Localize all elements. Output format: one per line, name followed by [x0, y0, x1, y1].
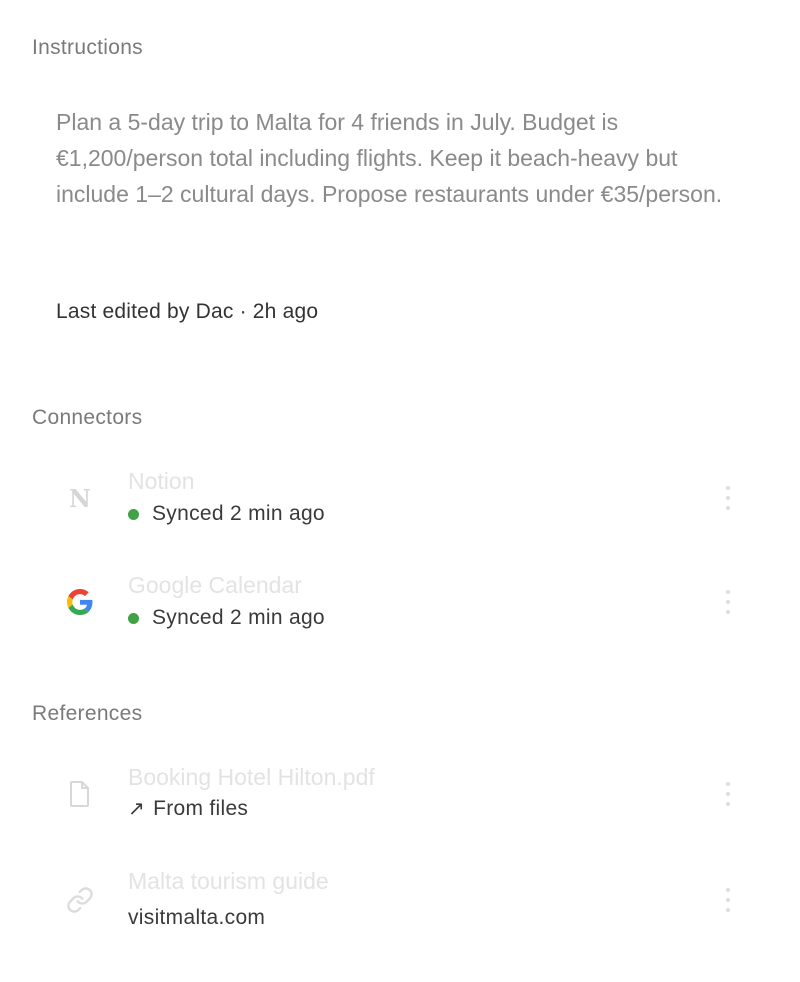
link-icon [64, 884, 96, 916]
connector-status: Synced 2 min ago [128, 606, 325, 630]
google-icon [64, 586, 96, 618]
connector-notion[interactable]: N Notion Synced 2 min ago [56, 468, 756, 548]
reference-item-link[interactable]: Malta tourism guide visitmalta.com [56, 868, 756, 948]
connector-status-text: Synced 2 min ago [152, 606, 325, 629]
connectors-heading: Connectors [32, 406, 143, 429]
references-heading: References [32, 702, 143, 725]
more-options-icon[interactable] [722, 888, 734, 912]
arrow-up-right-icon: ↗ [128, 798, 146, 820]
connector-google-calendar[interactable]: Google Calendar Synced 2 min ago [56, 572, 756, 652]
reference-source-text[interactable]: visitmalta.com [128, 906, 265, 930]
instructions-text[interactable]: Plan a 5-day trip to Malta for 4 friends… [56, 104, 736, 212]
notion-icon: N [69, 483, 91, 513]
reference-title: Booking Hotel Hilton.pdf [128, 764, 375, 790]
more-options-icon[interactable] [722, 590, 734, 614]
file-icon [64, 778, 96, 810]
last-edited-label: Last edited by Dac · 2h ago [56, 300, 319, 323]
connector-status-text: Synced 2 min ago [152, 502, 325, 525]
connector-title: Google Calendar [128, 572, 302, 598]
reference-title: Malta tourism guide [128, 868, 329, 894]
reference-source: ↗ From files [128, 796, 248, 821]
more-options-icon[interactable] [722, 782, 734, 806]
status-dot-icon [128, 508, 139, 520]
connector-title: Notion [128, 468, 195, 494]
reference-item-pdf[interactable]: Booking Hotel Hilton.pdf ↗ From files [56, 764, 756, 844]
status-dot-icon [128, 612, 139, 624]
instructions-heading: Instructions [32, 36, 143, 59]
more-options-icon[interactable] [722, 486, 734, 510]
connector-status: Synced 2 min ago [128, 502, 325, 526]
reference-source-text: From files [153, 796, 249, 820]
